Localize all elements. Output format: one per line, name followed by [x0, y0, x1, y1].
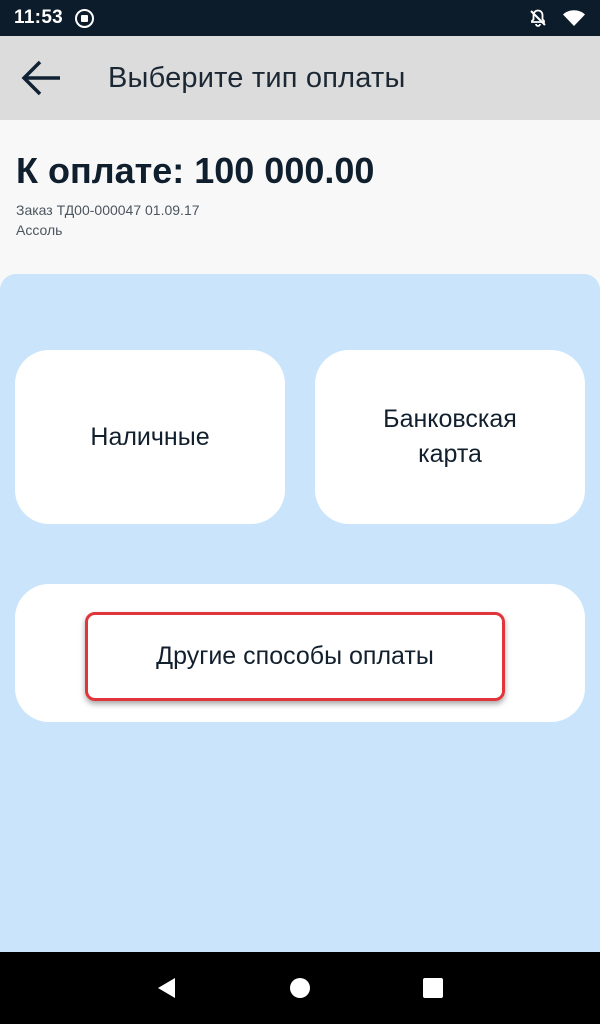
- customer-name: Ассоль: [16, 222, 63, 238]
- cash-payment-button[interactable]: Наличные: [15, 350, 285, 524]
- home-circle-icon: [289, 978, 310, 998]
- status-icons: [528, 8, 586, 28]
- notifications-off-icon: [530, 9, 546, 27]
- bank-card-payment-button[interactable]: Банковская карта: [315, 350, 585, 524]
- bank-card-payment-label: Банковская карта: [383, 405, 517, 468]
- cash-payment-label: Наличные: [90, 422, 210, 451]
- wifi-icon: [563, 10, 585, 26]
- payment-type-screen: 11:53 Выберите тип оплаты К оплате: 100 …: [0, 0, 600, 1024]
- amount-due: К оплате: 100 000.00: [16, 150, 375, 191]
- status-bar: 11:53: [0, 0, 600, 36]
- nav-recents-button[interactable]: [409, 964, 457, 1012]
- status-time: 11:53: [14, 7, 64, 28]
- payment-options-panel: Наличные Банковская карта Другие способы…: [0, 274, 600, 952]
- page-title: Выберите тип оплаты: [108, 61, 406, 94]
- other-payment-label: Другие способы оплаты: [156, 642, 434, 670]
- system-nav-bar: [0, 952, 600, 1024]
- app-bar: Выберите тип оплаты: [0, 36, 600, 120]
- app-notification-icon: [75, 8, 95, 28]
- order-summary: К оплате: 100 000.00 Заказ ТД00-000047 0…: [16, 150, 374, 238]
- back-button[interactable]: [10, 46, 74, 110]
- nav-back-button[interactable]: [143, 964, 191, 1012]
- back-triangle-icon: [157, 978, 175, 998]
- nav-home-button[interactable]: [276, 964, 324, 1012]
- order-info: Заказ ТД00-000047 01.09.17: [16, 202, 200, 218]
- recents-square-icon: [423, 978, 444, 998]
- other-payment-methods-button[interactable]: Другие способы оплаты: [15, 584, 585, 722]
- arrow-back-icon: [21, 60, 60, 96]
- other-payment-highlight[interactable]: Другие способы оплаты: [85, 612, 505, 701]
